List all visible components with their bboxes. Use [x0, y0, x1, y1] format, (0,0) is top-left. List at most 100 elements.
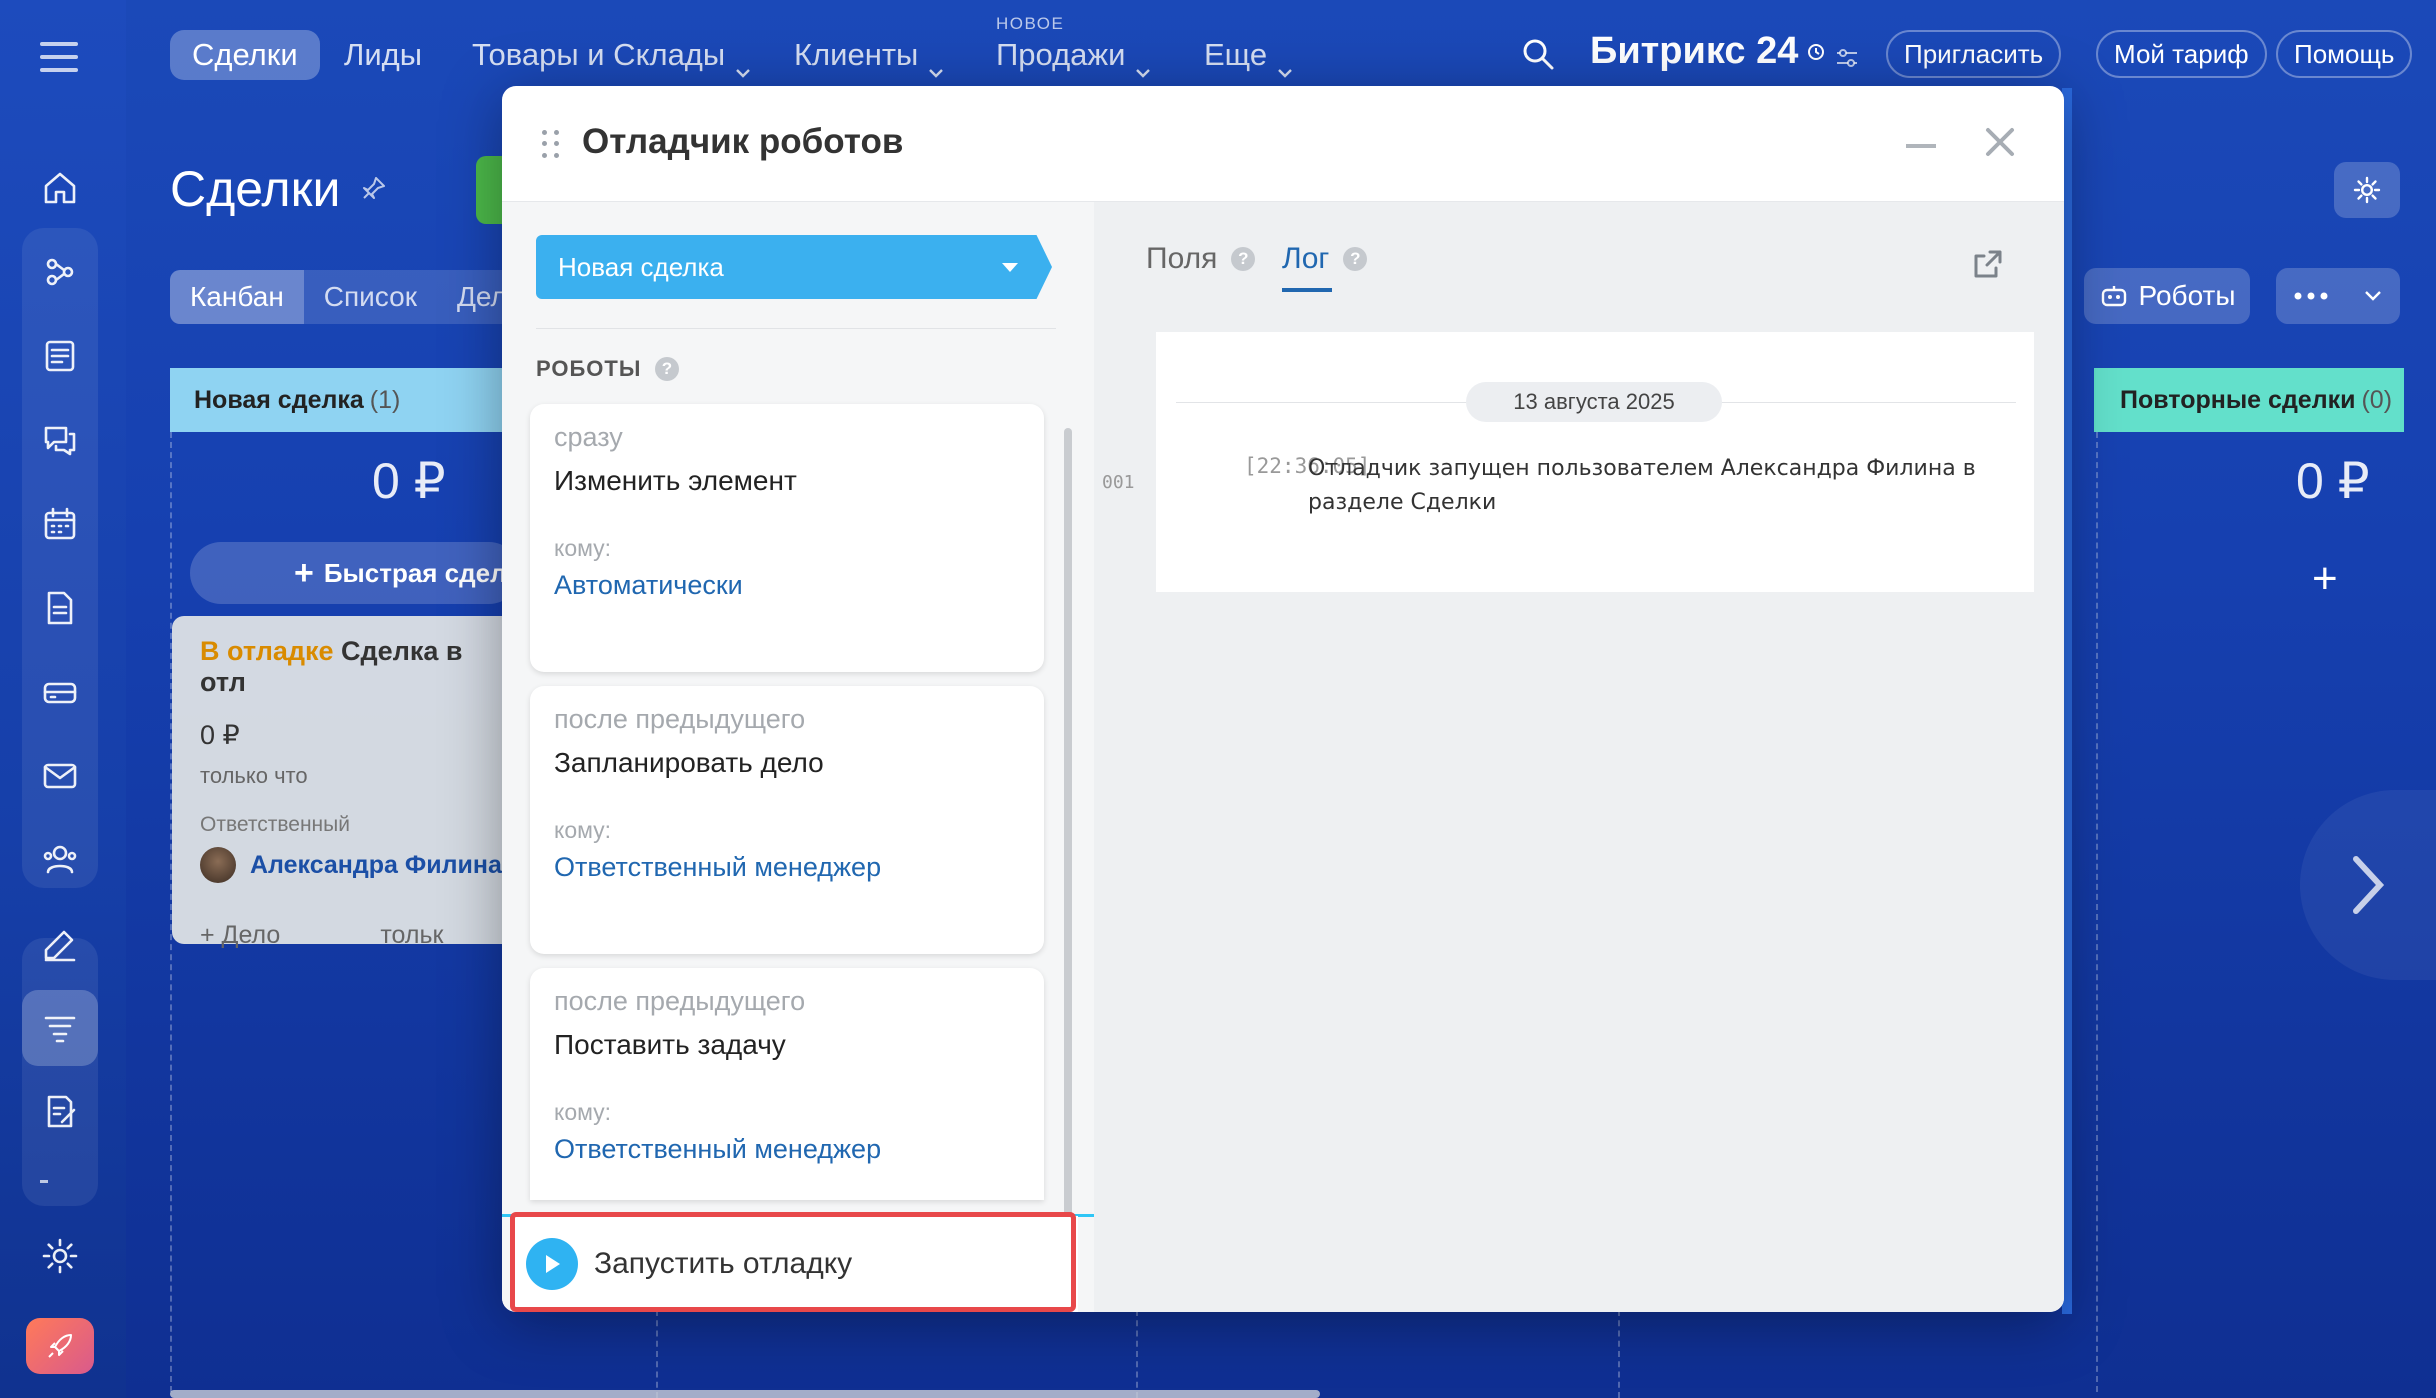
crm-flow-icon[interactable]	[40, 252, 80, 292]
robot-to[interactable]: Ответственный менеджер	[554, 1134, 1020, 1165]
robot-to[interactable]: Автоматически	[554, 570, 1020, 601]
mail-icon[interactable]	[40, 756, 80, 796]
more-dots-icon	[2294, 292, 2328, 300]
nav-products[interactable]: Товары и Склады	[472, 30, 751, 80]
nav-products-label: Товары и Склады	[472, 37, 726, 72]
deal-card[interactable]: В отладке Сделка в отл 0 ₽ только что От…	[172, 616, 532, 949]
page-settings-button[interactable]	[2334, 162, 2400, 218]
drag-handle-icon[interactable]	[542, 130, 560, 160]
invite-label: Пригласить	[1904, 38, 2044, 69]
rocket-icon[interactable]	[26, 1318, 94, 1374]
tab-fields[interactable]: Поля ?	[1146, 242, 1256, 276]
robot-debugger-modal: Отладчик роботов Новая сделка РОБОТЫ ? с…	[502, 86, 2064, 1312]
deal-card-footer: + Дело тольк	[200, 921, 504, 950]
horizontal-scrollbar[interactable]	[170, 1390, 1320, 1398]
chat-icon[interactable]	[40, 420, 80, 460]
sign-icon[interactable]	[40, 924, 80, 964]
scroll-right-button[interactable]	[2300, 790, 2436, 980]
tariff-button[interactable]: Мой тариф	[2096, 30, 2267, 78]
invite-button[interactable]: Пригласить	[1886, 30, 2062, 78]
sidebar-group-secondary	[22, 938, 98, 1206]
pin-icon[interactable]	[358, 174, 388, 204]
contacts-icon[interactable]	[40, 840, 80, 880]
robot-card[interactable]: после предыдущего Поставить задачу кому:…	[530, 968, 1044, 1200]
column-divider	[656, 1310, 658, 1398]
menu-burger-icon[interactable]	[40, 42, 78, 81]
gear-icon	[2353, 176, 2381, 204]
tab-log[interactable]: Лог ?	[1282, 242, 1368, 276]
page-title-text: Сделки	[170, 161, 341, 217]
robots-button-label: Роботы	[2138, 280, 2236, 311]
chevron-down-icon	[1277, 50, 1293, 78]
tariff-label: Мой тариф	[2114, 38, 2249, 69]
robot-action: Поставить задачу	[554, 1029, 786, 1060]
robot-to[interactable]: Ответственный менеджер	[554, 852, 1020, 883]
column-divider	[170, 432, 172, 1392]
search-icon[interactable]	[1520, 36, 1556, 72]
stage-select[interactable]: Новая сделка	[536, 235, 1052, 299]
clock-icon	[1808, 43, 1825, 60]
documents-icon[interactable]	[40, 588, 80, 628]
add-deal-plus-icon[interactable]: +	[2312, 554, 2338, 604]
open-external-icon[interactable]	[1970, 246, 2006, 282]
tab-kanban[interactable]: Канбан	[170, 270, 304, 324]
column-header-new[interactable]: Новая сделка (1)	[170, 368, 530, 432]
storage-icon[interactable]	[40, 672, 80, 712]
nav-sales[interactable]: Продажи	[996, 30, 1151, 80]
help-icon[interactable]: ?	[1343, 247, 1368, 271]
robots-scrollbar[interactable]	[1064, 428, 1072, 1218]
help-icon[interactable]: ?	[1231, 247, 1256, 271]
chevron-right-icon	[2353, 856, 2385, 914]
brand-logo[interactable]: Битрикс 24	[1590, 30, 1860, 73]
home-icon[interactable]	[40, 168, 80, 208]
robot-trigger: после предыдущего	[554, 986, 806, 1016]
caret-down-icon	[1002, 263, 1018, 272]
nav-deals[interactable]: Сделки	[170, 30, 320, 80]
sliders-icon[interactable]	[1834, 45, 1860, 71]
robot-action: Запланировать дело	[554, 747, 824, 778]
page-title: Сделки	[170, 160, 388, 218]
tab-list[interactable]: Список	[304, 270, 437, 324]
robot-to-label: кому:	[554, 817, 612, 843]
calendar-icon[interactable]	[40, 504, 80, 544]
settings-gear-icon[interactable]	[40, 1236, 80, 1276]
add-activity-link[interactable]: + Дело	[200, 921, 280, 950]
nav-more[interactable]: Еще	[1204, 30, 1293, 80]
column-title: Повторные сделки	[2120, 385, 2356, 414]
more-actions-button[interactable]	[2276, 268, 2400, 324]
stage-select-value: Новая сделка	[558, 251, 724, 282]
deal-responsible[interactable]: Александра Филина	[200, 847, 504, 883]
plus-icon: +	[294, 553, 314, 592]
help-button[interactable]: Помощь	[2276, 30, 2413, 78]
column-divider	[1136, 1310, 1138, 1398]
nav-sales-label: Продажи	[996, 37, 1126, 72]
divider	[536, 328, 1056, 329]
help-icon[interactable]: ?	[655, 357, 680, 381]
robot-card[interactable]: сразу Изменить элемент кому: Автоматичес…	[530, 404, 1044, 672]
deal-responsible-label: Ответственный	[200, 813, 350, 836]
nav-deals-label: Сделки	[192, 37, 298, 72]
log-date-badge: 13 августа 2025	[1466, 382, 1722, 422]
quick-deal-button[interactable]: + Быстрая сдел	[190, 542, 520, 604]
log-line-number: 001	[1102, 472, 1135, 493]
active-tab-indicator	[1282, 288, 1332, 292]
sales-funnel-icon[interactable]	[40, 1008, 80, 1048]
robots-button[interactable]: Роботы	[2084, 268, 2250, 324]
column-header-repeat[interactable]: Повторные сделки (0)	[2096, 368, 2400, 432]
modal-header: Отладчик роботов	[502, 86, 2064, 202]
checklist-icon[interactable]	[40, 1092, 80, 1132]
chevron-down-icon	[1135, 50, 1151, 78]
close-icon[interactable]	[1980, 122, 2020, 162]
robot-card[interactable]: после предыдущего Запланировать дело ком…	[530, 686, 1044, 954]
minimize-icon[interactable]	[1906, 144, 1936, 148]
nav-leads[interactable]: Лиды	[344, 30, 422, 80]
deal-status: В отладке	[200, 636, 334, 666]
nav-clients-label: Клиенты	[794, 37, 919, 72]
robot-to-label: кому:	[554, 1099, 612, 1125]
feed-icon[interactable]	[40, 336, 80, 376]
column-divider	[1618, 1310, 1620, 1398]
tab-log-label: Лог	[1282, 242, 1330, 275]
left-sidebar	[0, 0, 126, 1398]
debug-log-pane: Поля ? Лог ? 13 августа 2025 [22:36:05] …	[1094, 202, 2064, 1312]
nav-clients[interactable]: Клиенты	[794, 30, 944, 80]
